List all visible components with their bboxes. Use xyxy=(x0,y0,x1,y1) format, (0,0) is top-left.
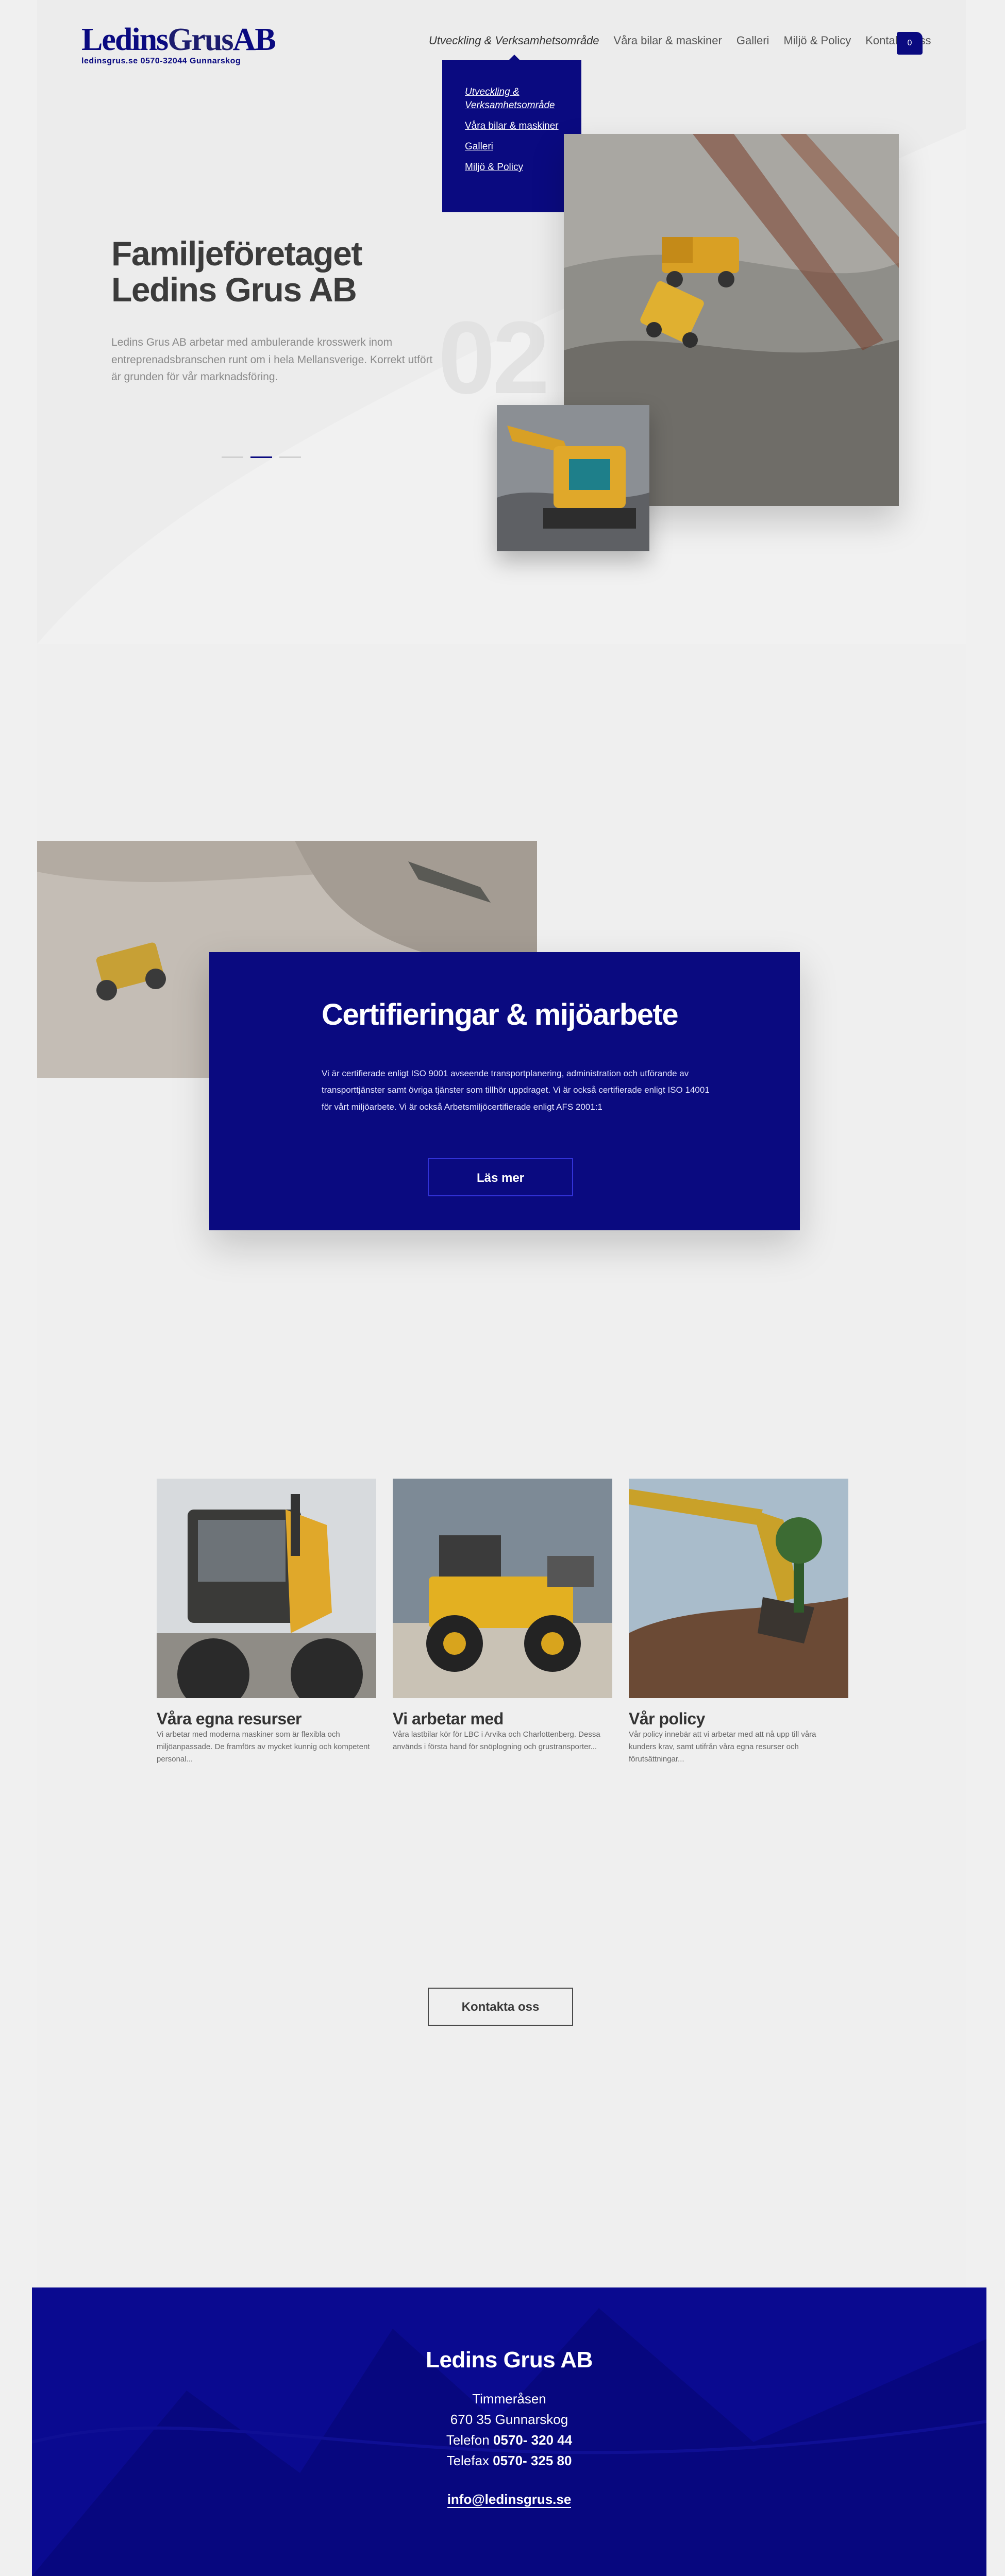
logo-wordmark: LedinsGrusAB xyxy=(81,22,276,57)
dropdown-item-bilar[interactable]: Våra bilar & maskiner xyxy=(465,120,563,133)
main-nav: Utveckling & Verksamhetsområde Våra bila… xyxy=(429,34,931,47)
contact-button[interactable]: Kontakta oss xyxy=(428,1988,573,2026)
card-image-wheel-loader xyxy=(393,1479,612,1698)
nav-item-bilar[interactable]: Våra bilar & maskiner xyxy=(614,34,722,47)
card-image-excavator xyxy=(629,1479,848,1698)
footer: Ledins Grus AB Timmeråsen 670 35 Gunnars… xyxy=(32,2287,986,2576)
footer-content: Ledins Grus AB Timmeråsen 670 35 Gunnars… xyxy=(32,2287,986,2508)
hero-image-excavator xyxy=(497,405,649,551)
dropdown-item-utveckling[interactable]: Utveckling & Verksamhetsområde xyxy=(465,86,563,112)
card-text: Vi arbetar med moderna maskiner som är f… xyxy=(157,1730,370,1764)
read-more-button[interactable]: Läs mer xyxy=(428,1158,573,1196)
feature-cards: Våra egna resurser Vi arbetar med modern… xyxy=(157,1479,848,1766)
footer-fax-number: 0570- 325 80 xyxy=(493,2453,572,2468)
nav-item-galleri[interactable]: Galleri xyxy=(736,34,769,47)
card-policy[interactable]: Vår policy Vår policy innebär att vi arb… xyxy=(629,1479,848,1766)
yellow-loader-illustration xyxy=(393,1479,612,1698)
logo-tagline: ledinsgrus.se 0570-32044 Gunnarskog xyxy=(81,57,241,65)
nav-item-utveckling[interactable]: Utveckling & Verksamhetsområde xyxy=(429,34,599,47)
footer-fax: Telefax 0570- 325 80 xyxy=(446,2453,572,2468)
nav-caret-icon xyxy=(509,55,520,60)
certification-text: Vi är certifierade enligt ISO 9001 avsee… xyxy=(322,1069,710,1112)
footer-phone: Telefon 0570- 320 44 xyxy=(446,2432,573,2448)
card-text: Vår policy innebär att vi arbetar med at… xyxy=(629,1730,816,1764)
footer-address-line2: 670 35 Gunnarskog xyxy=(450,2412,568,2427)
card-image-loader xyxy=(157,1479,376,1698)
nav-dropdown: Utveckling & Verksamhetsområde Våra bila… xyxy=(442,60,581,212)
slide-indicator xyxy=(222,456,301,458)
slide-number: 02 xyxy=(438,300,549,415)
certification-panel: Certifieringar & mijöarbete Vi är certif… xyxy=(209,952,800,1230)
cart-count: 0 xyxy=(907,39,912,47)
card-title: Vår policy xyxy=(629,1709,705,1728)
cart-icon[interactable]: 0 xyxy=(897,32,923,55)
footer-email-link[interactable]: info@ledinsgrus.se xyxy=(447,2492,572,2508)
logo[interactable]: LedinsGrusAB ledinsgrus.se 0570-32044 Gu… xyxy=(81,22,276,65)
slide-dot-1[interactable] xyxy=(222,456,243,458)
card-title: Våra egna resurser xyxy=(157,1709,301,1728)
dropdown-item-galleri[interactable]: Galleri xyxy=(465,140,563,154)
card-text: Våra lastbilar kör för LBC i Arvika och … xyxy=(393,1730,600,1751)
footer-email: info@ledinsgrus.se xyxy=(32,2492,986,2508)
excavator-arm-illustration xyxy=(629,1479,848,1698)
excavator-illustration xyxy=(497,405,649,551)
nav-item-miljo[interactable]: Miljö & Policy xyxy=(783,34,851,47)
slide-dot-3[interactable] xyxy=(279,456,301,458)
certification-title: Certifieringar & mijöarbete xyxy=(322,998,679,1031)
footer-phone-number[interactable]: 0570- 320 44 xyxy=(493,2432,572,2448)
card-title: Vi arbetar med xyxy=(393,1709,504,1728)
card-resources[interactable]: Våra egna resurser Vi arbetar med modern… xyxy=(157,1479,376,1766)
hero-title: Familjeföretaget Ledins Grus AB xyxy=(111,234,362,309)
hero-text: Ledins Grus AB arbetar med ambulerande k… xyxy=(111,336,433,383)
footer-company-name: Ledins Grus AB xyxy=(426,2347,593,2372)
wheel-loader-illustration xyxy=(157,1479,376,1698)
card-work[interactable]: Vi arbetar med Våra lastbilar kör för LB… xyxy=(393,1479,612,1766)
slide-dot-2[interactable] xyxy=(250,456,272,458)
dropdown-item-miljo[interactable]: Miljö & Policy xyxy=(465,161,563,174)
footer-address-line1: Timmeråsen xyxy=(472,2391,546,2406)
